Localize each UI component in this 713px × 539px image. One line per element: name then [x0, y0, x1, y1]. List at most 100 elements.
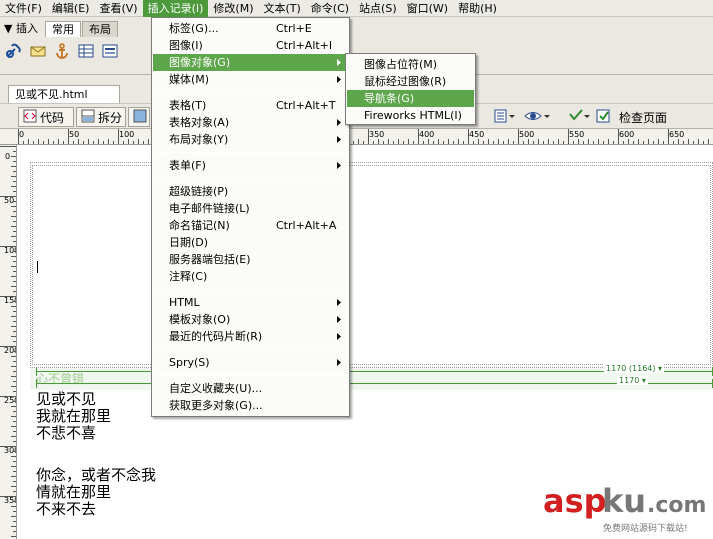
- menu-item[interactable]: 布局对象(Y): [153, 131, 348, 148]
- width-label: 1170 ▾: [617, 376, 648, 385]
- menu-item[interactable]: 服务器端包括(E): [153, 251, 348, 268]
- ruler-tick: [0, 496, 16, 497]
- menu-item[interactable]: HTML: [153, 294, 348, 311]
- menu-item[interactable]: 模板对象(O): [153, 311, 348, 328]
- menu-item[interactable]: 图像(I) Ctrl+Alt+I: [153, 37, 348, 54]
- paragraph-2[interactable]: 你念，或者不念我 情就在那里 不来不去: [36, 467, 156, 518]
- ruler-tick: [11, 516, 16, 517]
- menu-item[interactable]: 最近的代码片断(R): [153, 328, 348, 345]
- ruler-tick: [518, 129, 519, 144]
- validate-button[interactable]: [564, 107, 590, 127]
- ruler-tick: [13, 311, 16, 312]
- menu-item[interactable]: 超级链接(P): [153, 183, 348, 200]
- menu-item[interactable]: 媒体(M): [153, 71, 348, 88]
- email-link-icon[interactable]: [28, 41, 48, 61]
- width-indicator[interactable]: 1170 ▾: [36, 376, 713, 388]
- ruler-tick: [453, 141, 454, 144]
- ruler-tick: [148, 139, 149, 144]
- ruler-tick: [23, 141, 24, 144]
- tab-layout[interactable]: 布局: [81, 21, 118, 37]
- ruler-tick: [688, 139, 689, 144]
- menu-item[interactable]: 表格对象(A): [153, 114, 348, 131]
- ruler-tick: [11, 466, 16, 467]
- ruler-tick: [13, 321, 16, 322]
- menu-help[interactable]: 帮助(H): [453, 0, 502, 17]
- ruler-tick: [583, 141, 584, 144]
- ruler-tick: [703, 141, 704, 144]
- menu-item[interactable]: 图像对象(G): [153, 54, 348, 71]
- div-icon[interactable]: [100, 41, 120, 61]
- ruler-tick: [0, 146, 16, 147]
- ruler-tick: [13, 501, 16, 502]
- ruler-tick: [143, 141, 144, 144]
- menu-insert[interactable]: 插入记录(I): [142, 0, 209, 17]
- ruler-tick: [13, 251, 16, 252]
- menu-item[interactable]: 获取更多对象(G)...: [153, 397, 348, 414]
- menu-edit[interactable]: 编辑(E): [47, 0, 95, 17]
- menu-file[interactable]: 文件(F): [0, 0, 47, 17]
- named-anchor-icon[interactable]: [52, 41, 72, 61]
- ruler-tick: [613, 141, 614, 144]
- width-indicator[interactable]: 1170 (1164) ▾: [36, 364, 713, 376]
- table-icon[interactable]: [76, 41, 96, 61]
- menu-item[interactable]: Spry(S): [153, 354, 348, 371]
- menu-item[interactable]: 日期(D): [153, 234, 348, 251]
- design-view-button[interactable]: [128, 107, 150, 127]
- ruler-tick: [73, 141, 74, 144]
- menu-item[interactable]: 表单(F): [153, 157, 348, 174]
- menu-item[interactable]: 表格(T) Ctrl+Alt+T: [153, 97, 348, 114]
- ruler-tick: [98, 139, 99, 144]
- ruler-tick: [53, 141, 54, 144]
- ruler-tick: [13, 531, 16, 532]
- tab-common[interactable]: 常用: [44, 21, 81, 37]
- menu-site[interactable]: 站点(S): [354, 0, 402, 17]
- ruler-tick: [13, 181, 16, 182]
- menu-item[interactable]: 标签(G)... Ctrl+E: [153, 20, 348, 37]
- split-view-button[interactable]: 拆分: [76, 107, 126, 127]
- submenu-item[interactable]: 图像占位符(M): [347, 56, 474, 73]
- code-view-button[interactable]: 代码: [18, 107, 74, 127]
- insert-icons: [4, 41, 120, 61]
- split-view-label: 拆分: [98, 110, 123, 125]
- ruler-tick: [11, 456, 16, 457]
- menu-modify[interactable]: 修改(M): [208, 0, 258, 17]
- submenu-item[interactable]: Fireworks HTML(I): [347, 107, 474, 124]
- code-view-label: 代码: [40, 110, 65, 125]
- submenu-item[interactable]: 导航条(G): [347, 90, 474, 107]
- menu-view[interactable]: 查看(V): [94, 0, 142, 17]
- ruler-tick: [128, 139, 129, 144]
- menu-item[interactable]: 命名锚记(N) Ctrl+Alt+A: [153, 217, 348, 234]
- view-options-button[interactable]: [490, 107, 518, 127]
- ruler-tick: [11, 486, 16, 487]
- visual-aids-button[interactable]: [520, 107, 550, 127]
- menu-item-label: 布局对象(Y): [169, 133, 229, 146]
- ruler-tick: [0, 246, 16, 247]
- paragraph-1[interactable]: 见或不见 我就在那里 不悲不喜: [36, 391, 111, 442]
- menu-item[interactable]: 电子邮件链接(L): [153, 200, 348, 217]
- menu-item-label: 表格对象(A): [169, 116, 230, 129]
- ruler-tick: [13, 341, 16, 342]
- menu-commands[interactable]: 命令(C): [306, 0, 354, 17]
- ruler-tick: [13, 211, 16, 212]
- menu-item-shortcut: Ctrl+Alt+A: [276, 219, 337, 232]
- check-page-icon: [596, 108, 616, 127]
- menu-separator: [155, 289, 346, 290]
- hyperlink-icon[interactable]: [4, 41, 24, 61]
- ruler-tick: [13, 261, 16, 262]
- submenu-item[interactable]: 鼠标经过图像(R): [347, 73, 474, 90]
- vertical-ruler: 0 50 100 150 200 250 300 350: [0, 145, 17, 539]
- check-page-button[interactable]: 检查页面: [592, 107, 672, 127]
- menu-text[interactable]: 文本(T): [258, 0, 305, 17]
- check-page-label: 检查页面: [619, 110, 668, 125]
- ruler-tick: [668, 129, 669, 144]
- insert-panel-title[interactable]: ▼ 插入: [0, 21, 44, 37]
- document-tab[interactable]: 见或不见.html: [8, 85, 120, 103]
- ruler-tick: [448, 139, 449, 144]
- menu-item[interactable]: 注释(C): [153, 268, 348, 285]
- ruler-tick: [13, 381, 16, 382]
- menu-window[interactable]: 窗口(W): [402, 0, 453, 17]
- menu-item-label: 表格(T): [169, 99, 207, 112]
- ruler-tick: [11, 476, 16, 477]
- menu-item[interactable]: 自定义收藏夹(U)...: [153, 380, 348, 397]
- ruler-tick: [508, 139, 509, 144]
